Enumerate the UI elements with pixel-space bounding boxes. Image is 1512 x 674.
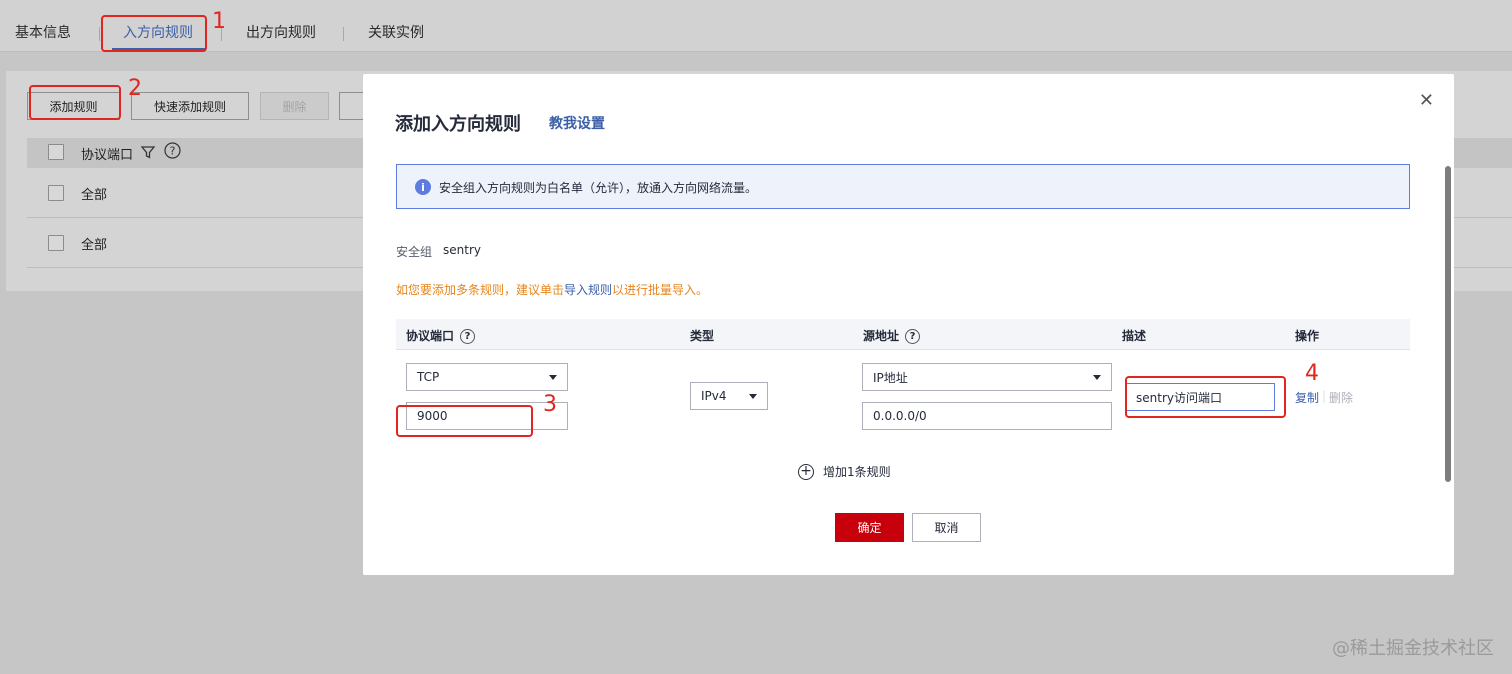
annotation-number-1: 1: [212, 9, 226, 34]
protocol-select-value: TCP: [417, 370, 440, 384]
help-icon[interactable]: ?: [905, 329, 921, 344]
annotation-box-1: [101, 15, 207, 52]
annotation-box-4: [1125, 376, 1286, 418]
column-source: 源地址?: [863, 327, 921, 344]
tab-divider: [99, 27, 100, 41]
row-checkbox[interactable]: [48, 235, 64, 251]
quick-add-rule-button[interactable]: 快速添加规则: [131, 92, 249, 120]
watermark: @稀土掘金技术社区: [1332, 638, 1494, 659]
source-type-select-value: IP地址: [873, 370, 908, 385]
help-setup-link[interactable]: 教我设置: [549, 113, 605, 133]
column-description: 描述: [1122, 329, 1147, 343]
cancel-button[interactable]: 取消: [912, 513, 981, 542]
import-rules-link[interactable]: 导入规则: [564, 283, 612, 297]
chevron-down-icon: [749, 394, 757, 399]
tab-divider: [343, 27, 344, 41]
source-address-input[interactable]: 0.0.0.0/0: [862, 402, 1112, 430]
rule-table-header: 协议端口? 类型 源地址? 描述 操作: [396, 319, 1410, 350]
annotation-box-2: [29, 85, 121, 120]
select-all-checkbox[interactable]: [48, 144, 64, 160]
help-icon[interactable]: ?: [164, 142, 181, 159]
help-icon[interactable]: ?: [460, 329, 476, 344]
row-checkbox[interactable]: [48, 185, 64, 201]
filter-icon[interactable]: [140, 144, 156, 160]
chevron-down-icon: [549, 375, 557, 380]
action-divider: |: [1322, 389, 1327, 403]
info-text: 安全组入方向规则为白名单（允许），放通入方向网络流量。: [439, 181, 758, 195]
column-protocol-port: 协议端口: [81, 148, 134, 163]
dialog-title: 添加入方向规则: [395, 114, 521, 135]
column-actions: 操作: [1295, 329, 1320, 343]
row-protocol: 全部: [81, 188, 108, 203]
source-type-select[interactable]: IP地址: [862, 363, 1112, 391]
column-protocol-port-label: 协议端口: [406, 329, 455, 343]
annotation-box-3: [396, 405, 533, 437]
import-hint-prefix: 如您要添加多条规则，建议单击: [396, 283, 565, 297]
close-icon[interactable]: ✕: [1419, 90, 1434, 111]
tab-bar: 基本信息 入方向规则 出方向规则 关联实例: [0, 0, 1512, 52]
confirm-button[interactable]: 确定: [835, 513, 904, 542]
scrollbar[interactable]: [1445, 166, 1451, 482]
column-source-label: 源地址: [863, 329, 900, 343]
annotation-number-2: 2: [128, 76, 142, 101]
annotation-number-3: 3: [543, 392, 557, 417]
column-type: 类型: [690, 329, 715, 343]
security-group-label: 安全组: [396, 245, 433, 259]
info-icon: i: [415, 179, 431, 195]
add-inbound-rule-dialog: 添加入方向规则 教我设置 ✕ i 安全组入方向规则为白名单（允许），放通入方向网…: [363, 74, 1454, 575]
import-hint-suffix: 以进行批量导入。: [612, 283, 709, 297]
security-group-value: sentry: [443, 243, 481, 257]
svg-text:?: ?: [170, 145, 176, 158]
delete-row-link[interactable]: 删除: [1329, 389, 1353, 406]
protocol-select[interactable]: TCP: [406, 363, 568, 391]
chevron-down-icon: [1093, 375, 1101, 380]
row-protocol: 全部: [81, 238, 108, 253]
ip-type-select[interactable]: IPv4: [690, 382, 768, 410]
copy-row-link[interactable]: 复制: [1295, 389, 1319, 406]
tab-associated-instances[interactable]: 关联实例: [368, 22, 424, 42]
ip-type-select-value: IPv4: [701, 389, 727, 403]
add-one-rule-label: 增加1条规则: [823, 465, 891, 479]
plus-circle-icon: +: [798, 463, 814, 480]
column-protocol-port: 协议端口?: [406, 327, 476, 344]
add-one-rule-button[interactable]: + 增加1条规则: [798, 463, 891, 480]
info-banner: i 安全组入方向规则为白名单（允许），放通入方向网络流量。: [396, 164, 1410, 209]
annotation-number-4: 4: [1305, 361, 1319, 386]
tab-basic-info[interactable]: 基本信息: [15, 22, 71, 42]
import-hint: 如您要添加多条规则，建议单击导入规则以进行批量导入。: [396, 281, 708, 298]
delete-button[interactable]: 删除: [260, 92, 329, 120]
tab-outbound-rules[interactable]: 出方向规则: [246, 22, 316, 42]
